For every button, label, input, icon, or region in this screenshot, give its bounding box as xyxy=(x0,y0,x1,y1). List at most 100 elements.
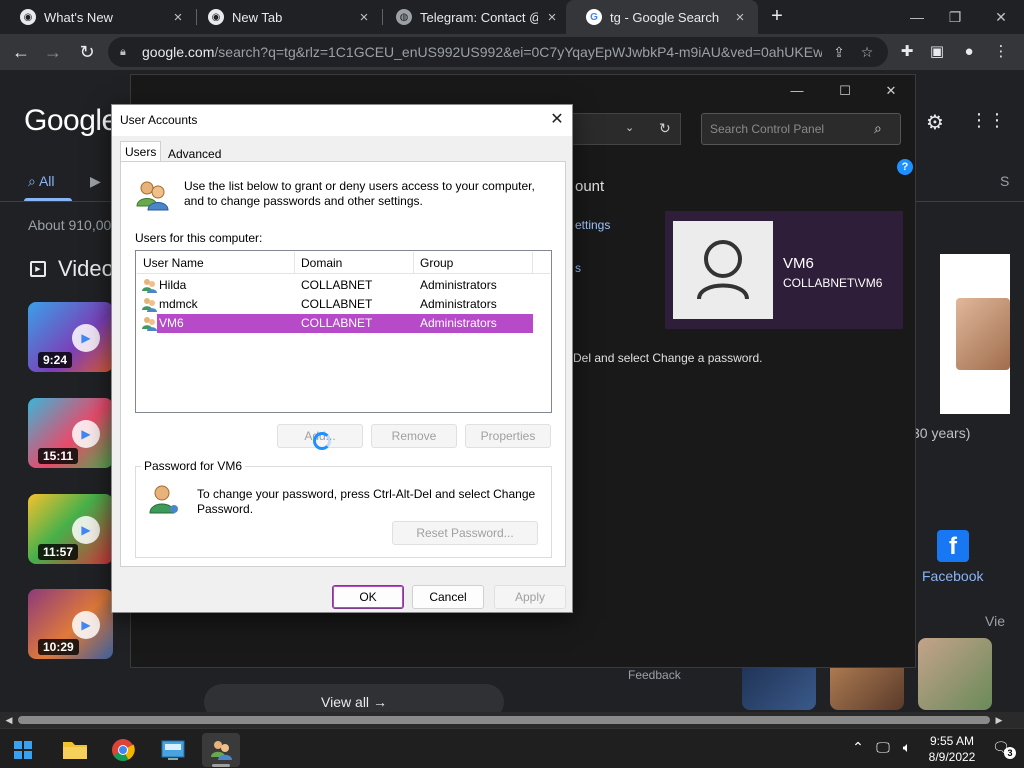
feedback-link[interactable]: Feedback xyxy=(628,668,681,682)
extensions-icon[interactable]: ✚ xyxy=(896,41,918,63)
google-logo[interactable]: Google xyxy=(24,104,118,138)
profile-icon[interactable]: ● xyxy=(958,41,980,63)
apply-button[interactable]: Apply xyxy=(494,585,566,609)
video-duration: 9:24 xyxy=(38,352,73,368)
restore-icon[interactable]: ❐ xyxy=(944,6,966,28)
person-photo xyxy=(956,298,1010,370)
column-group[interactable]: Group xyxy=(414,252,533,274)
person-thumbnail[interactable] xyxy=(918,638,992,710)
reload-icon[interactable]: ↻ xyxy=(76,41,98,63)
address-bar[interactable]: ⌄ ↻ xyxy=(573,113,681,145)
system-clock[interactable]: 9:55 AM 8/9/2022 xyxy=(926,733,978,765)
close-window-icon[interactable]: ✕ xyxy=(990,6,1012,28)
link-partial[interactable]: s xyxy=(575,261,581,275)
close-icon[interactable]: ✕ xyxy=(881,81,901,101)
volume-icon[interactable]: 🔈︎ xyxy=(897,739,917,756)
help-icon[interactable]: ? xyxy=(897,159,913,175)
reset-password-button[interactable]: Reset Password... xyxy=(392,521,538,545)
users-group-icon xyxy=(211,741,232,760)
minimize-icon[interactable]: — xyxy=(906,6,928,28)
close-tab-icon[interactable]: × xyxy=(356,9,372,26)
side-panel-icon[interactable]: ▣ xyxy=(926,41,948,63)
close-tab-icon[interactable]: × xyxy=(544,9,560,26)
cancel-button[interactable]: Cancel xyxy=(412,585,484,609)
table-row[interactable]: mdmck COLLABNET Administrators xyxy=(137,295,533,314)
column-user-name[interactable]: User Name xyxy=(137,252,295,274)
dialog-titlebar[interactable]: User Accounts ✕ xyxy=(112,105,572,136)
settings-link[interactable]: ettings xyxy=(575,218,610,232)
table-row[interactable]: Hilda COLLABNET Administrators xyxy=(137,276,533,295)
remove-button[interactable]: Remove xyxy=(371,424,457,448)
tab-telegram[interactable]: ◍ Telegram: Contact @dc × xyxy=(376,0,570,34)
play-icon: ▶ xyxy=(72,420,100,448)
start-button[interactable] xyxy=(4,733,42,767)
chrome-taskbar-button[interactable] xyxy=(104,733,142,767)
bookmark-star-icon[interactable]: ☆ xyxy=(856,44,878,61)
windows-taskbar: ⌃ 🖵︎ 🔈︎ 9:55 AM 8/9/2022 🗨︎ 3 xyxy=(0,728,1024,768)
menu-kebab-icon[interactable]: ⋮ xyxy=(990,41,1012,63)
chevron-up-icon[interactable]: ⌃ xyxy=(848,739,868,756)
new-tab-button[interactable]: + xyxy=(766,6,788,28)
share-icon[interactable]: ⇪ xyxy=(828,44,850,61)
control-panel-taskbar-button[interactable] xyxy=(154,733,192,767)
notifications-icon[interactable]: 🗨︎ 3 xyxy=(992,739,1016,759)
users-list[interactable]: User Name Domain Group Hilda COLLABNET A… xyxy=(135,250,552,413)
tab-new-tab[interactable]: ◉ New Tab × xyxy=(188,0,382,34)
horizontal-scrollbar[interactable]: ◀ ▶ xyxy=(0,712,1024,728)
globe-icon: ◍ xyxy=(396,9,412,25)
network-icon[interactable]: 🖵︎ xyxy=(873,739,893,756)
password-groupbox: Password for VM6 To change your password… xyxy=(135,459,552,558)
user-domain: COLLABNET\VM6 xyxy=(783,276,883,290)
tab-google-search[interactable]: G tg - Google Search × xyxy=(566,0,758,34)
user-name: VM6 xyxy=(783,255,814,272)
user-avatar-icon xyxy=(673,221,773,319)
chrome-icon xyxy=(112,739,135,761)
facebook-link[interactable]: Facebook xyxy=(922,568,983,584)
chrome-icon: ◉ xyxy=(20,9,36,25)
tab-videos-icon[interactable]: ▶ xyxy=(90,173,101,190)
back-arrow-icon[interactable]: ← xyxy=(10,41,32,63)
settings-gear-icon[interactable]: ⚙ xyxy=(924,110,946,134)
view-all-button[interactable]: View all → xyxy=(204,684,504,712)
properties-button[interactable]: Properties xyxy=(465,424,551,448)
video-thumbnail[interactable]: ▶ 9:24 xyxy=(28,302,113,372)
scroll-left-icon[interactable]: ◀ xyxy=(2,713,16,727)
video-thumbnail[interactable]: ▶ 15:11 xyxy=(28,398,113,468)
scrollbar-thumb[interactable] xyxy=(18,716,990,724)
dialog-title: User Accounts xyxy=(120,113,198,127)
ok-button[interactable]: OK xyxy=(332,585,404,609)
user-accounts-taskbar-button[interactable] xyxy=(202,733,240,767)
chrome-icon: ◉ xyxy=(208,9,224,25)
play-icon: ▶ xyxy=(72,324,100,352)
refresh-icon[interactable]: ↻ xyxy=(659,120,671,137)
control-panel-icon xyxy=(161,740,185,760)
close-tab-icon[interactable]: × xyxy=(732,9,748,26)
video-thumbnail[interactable]: ▶ 11:57 xyxy=(28,494,113,564)
file-explorer-button[interactable] xyxy=(56,733,94,767)
chevron-down-icon[interactable]: ⌄ xyxy=(625,121,634,134)
maximize-icon[interactable]: ☐ xyxy=(835,81,855,101)
tab-whats-new[interactable]: ◉ What's New × xyxy=(0,0,196,34)
password-instructions: To change your password, press Ctrl-Alt-… xyxy=(197,487,536,516)
password-instructions: Del and select Change a password. xyxy=(573,351,763,365)
tab-all[interactable]: ⌕ All xyxy=(28,173,55,190)
close-icon[interactable]: ✕ xyxy=(546,109,568,131)
scroll-right-icon[interactable]: ▶ xyxy=(992,713,1006,727)
tab-partial[interactable]: S xyxy=(1000,173,1009,189)
age-text: 30 years) xyxy=(912,425,971,441)
close-tab-icon[interactable]: × xyxy=(170,9,186,26)
apps-grid-icon[interactable]: ⋮⋮ xyxy=(970,110,1006,132)
facebook-icon[interactable]: f xyxy=(937,530,969,562)
table-row-selected[interactable]: VM6 COLLABNET Administrators xyxy=(137,314,533,333)
knowledge-panel-image[interactable] xyxy=(940,254,1010,414)
minimize-icon[interactable]: — xyxy=(787,81,807,101)
column-domain[interactable]: Domain xyxy=(295,252,414,274)
address-bar[interactable]: 🔒︎ google.com/search?q=tg&rlz=1C1GCEU_en… xyxy=(108,37,888,67)
tab-users[interactable]: Users xyxy=(120,141,162,163)
forward-arrow-icon[interactable]: → xyxy=(42,41,64,63)
control-panel-search-input[interactable]: Search Control Panel ⌕ xyxy=(701,113,901,145)
view-more-link[interactable]: Vie xyxy=(985,613,1005,629)
video-icon: ▶ xyxy=(30,261,46,277)
video-thumbnail[interactable]: ▶ 10:29 xyxy=(28,589,113,659)
users-group-icon xyxy=(136,181,169,211)
